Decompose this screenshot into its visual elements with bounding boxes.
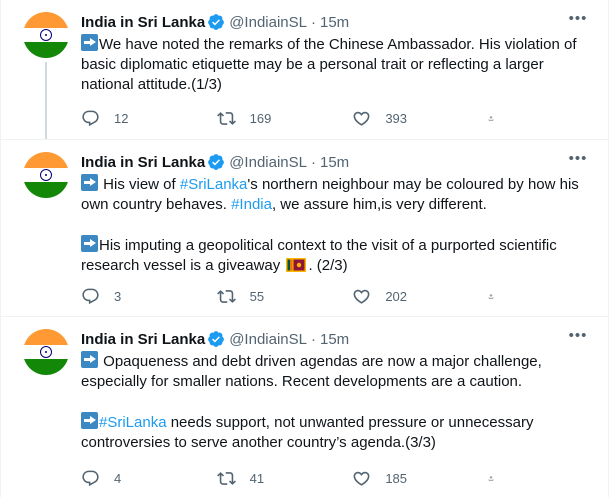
tweet-paragraph: Opaqueness and debt driven agendas are n…	[81, 351, 592, 392]
tweet-text: We have noted the remarks of the Chinese…	[81, 34, 592, 95]
tweet-header: India in Sri Lanka @IndiainSL · 15m	[81, 152, 592, 172]
more-options-icon[interactable]: •••	[568, 328, 588, 349]
share-icon	[488, 115, 494, 121]
tweet-2[interactable]: India in Sri Lanka @IndiainSL · 15m ••• …	[1, 140, 608, 317]
like-button[interactable]: 393	[352, 109, 462, 128]
retweet-count: 169	[249, 110, 272, 126]
retweet-count: 41	[249, 470, 265, 486]
tweet-thread: India in Sri Lanka @IndiainSL · 15m ••• …	[0, 0, 609, 497]
reply-icon	[82, 470, 99, 486]
share-icon	[488, 293, 494, 299]
retweet-count: 55	[249, 288, 265, 304]
account-handle[interactable]: @IndiainSL	[229, 331, 307, 348]
account-name[interactable]: India in Sri Lanka	[81, 14, 205, 31]
reply-count: 3	[114, 288, 122, 304]
tweet-text-segment: , we assure him,is very different.	[271, 196, 487, 213]
avatar[interactable]	[23, 329, 69, 375]
right-arrow-emoji-icon	[81, 174, 98, 191]
account-name[interactable]: India in Sri Lanka	[81, 154, 205, 171]
reply-button[interactable]: 12	[81, 109, 191, 128]
tweet-actions: 3 55 202	[81, 286, 508, 306]
retweet-button[interactable]: 169	[216, 109, 327, 128]
sri-lanka-flag	[286, 258, 307, 272]
timestamp[interactable]: 15m	[320, 154, 349, 171]
reply-icon	[82, 288, 99, 304]
account-handle[interactable]: @IndiainSL	[229, 14, 307, 31]
thread-connector	[45, 62, 47, 139]
retweet-icon	[216, 471, 236, 485]
tweet-text: His view of #SriLanka's northern neighbo…	[81, 174, 592, 276]
separator: ·	[310, 330, 316, 348]
tweet-actions: 12 169 393	[81, 108, 508, 128]
reply-icon	[82, 110, 99, 126]
retweet-button[interactable]: 41	[216, 469, 327, 488]
tweet-text-segment: His view of	[99, 176, 180, 193]
retweet-button[interactable]: 55	[216, 287, 327, 306]
like-count: 393	[385, 110, 408, 126]
tweet-actions: 4 41 185	[81, 468, 508, 488]
retweet-icon	[216, 289, 236, 303]
share-button[interactable]	[488, 469, 508, 488]
tweet-paragraph: His imputing a geopolitical context to t…	[81, 235, 592, 276]
right-arrow-emoji-icon	[81, 351, 98, 368]
right-arrow-emoji-icon	[81, 412, 98, 429]
heart-icon	[353, 111, 370, 126]
hashtag-link[interactable]: #India	[231, 196, 272, 213]
hashtag-link[interactable]: #SriLanka	[99, 414, 167, 431]
share-button[interactable]	[488, 109, 508, 128]
hashtag-link[interactable]: #SriLanka	[180, 176, 248, 193]
timestamp[interactable]: 15m	[320, 331, 349, 348]
share-icon	[488, 475, 494, 481]
verified-badge-icon	[208, 331, 225, 347]
more-options-icon[interactable]: •••	[568, 11, 588, 32]
avatar[interactable]	[23, 12, 69, 58]
share-button[interactable]	[488, 287, 508, 306]
tweet-text-segment: Opaqueness and debt driven agendas are n…	[81, 353, 542, 390]
heart-icon	[353, 289, 370, 304]
account-handle[interactable]: @IndiainSL	[229, 154, 307, 171]
verified-badge-icon	[208, 14, 225, 30]
reply-count: 4	[114, 470, 122, 486]
tweet-header: India in Sri Lanka @IndiainSL · 15m	[81, 12, 592, 32]
tweet-1[interactable]: India in Sri Lanka @IndiainSL · 15m ••• …	[1, 0, 608, 140]
right-arrow-emoji-icon	[81, 34, 98, 51]
reply-button[interactable]: 3	[81, 287, 191, 306]
reply-button[interactable]: 4	[81, 469, 191, 488]
like-count: 202	[385, 288, 408, 304]
account-name[interactable]: India in Sri Lanka	[81, 331, 205, 348]
tweet-paragraph: We have noted the remarks of the Chinese…	[81, 34, 592, 95]
tweet-text: Opaqueness and debt driven agendas are n…	[81, 351, 592, 453]
tweet-text-segment: . (2/3)	[308, 257, 348, 274]
heart-icon	[353, 471, 370, 486]
retweet-icon	[216, 111, 236, 125]
tweet-text-segment: We have noted the remarks of the Chinese…	[81, 36, 577, 93]
separator: ·	[310, 153, 316, 171]
tweet-3[interactable]: India in Sri Lanka @IndiainSL · 15m ••• …	[1, 317, 608, 497]
right-arrow-emoji-icon	[81, 235, 98, 252]
tweet-paragraph: #SriLanka needs support, not unwanted pr…	[81, 412, 592, 453]
verified-badge-icon	[208, 154, 225, 170]
like-count: 185	[385, 470, 408, 486]
tweet-header: India in Sri Lanka @IndiainSL · 15m	[81, 329, 592, 349]
separator: ·	[310, 13, 316, 31]
like-button[interactable]: 185	[352, 469, 462, 488]
more-options-icon[interactable]: •••	[568, 151, 588, 172]
like-button[interactable]: 202	[352, 287, 462, 306]
tweet-paragraph: His view of #SriLanka's northern neighbo…	[81, 174, 592, 215]
avatar[interactable]	[23, 152, 69, 198]
reply-count: 12	[114, 110, 129, 126]
timestamp[interactable]: 15m	[320, 14, 349, 31]
